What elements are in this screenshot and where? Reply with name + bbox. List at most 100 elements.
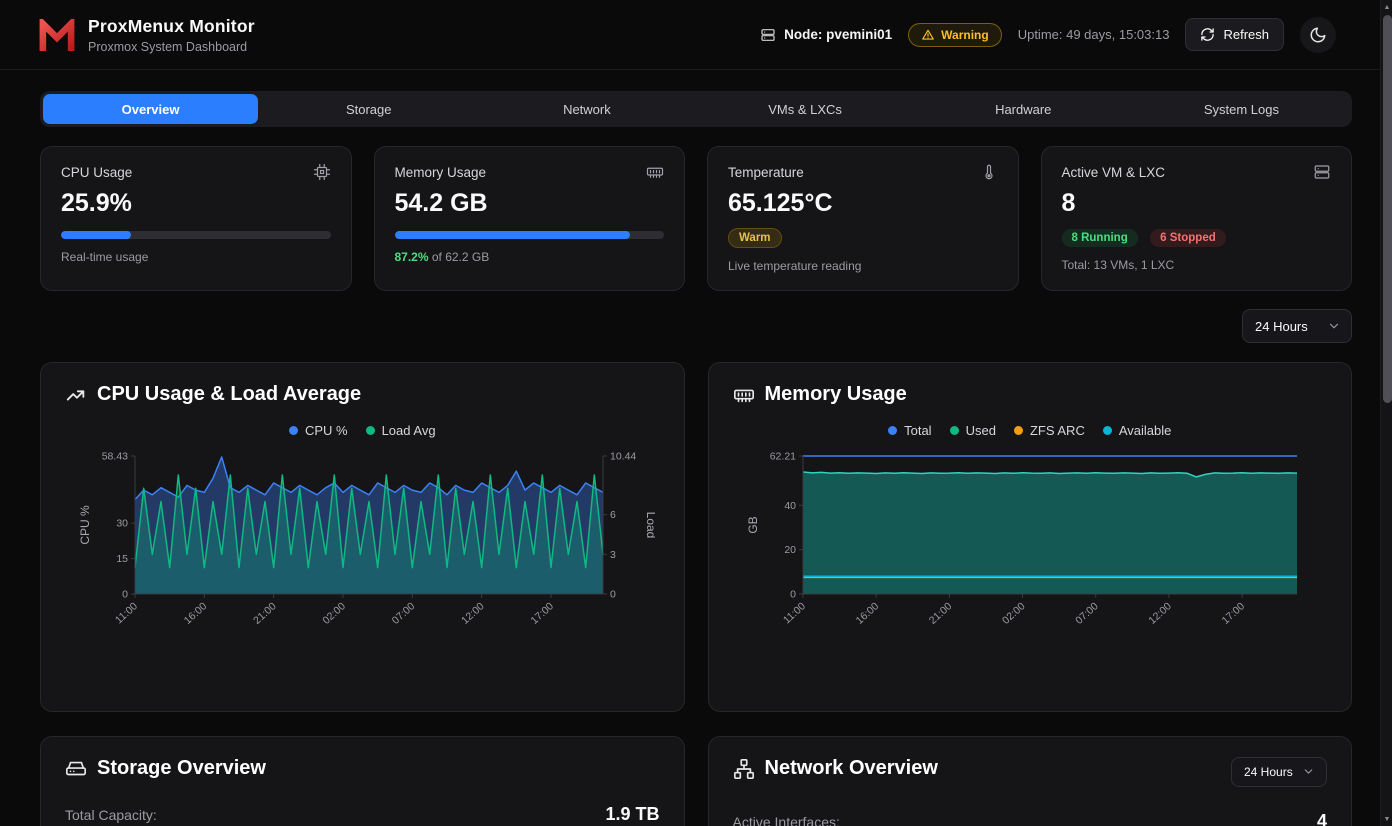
scroll-down-arrow[interactable]: ▼ [1381, 812, 1392, 826]
svg-text:58.43: 58.43 [102, 451, 128, 463]
storage-title-text: Storage Overview [97, 757, 266, 780]
svg-text:6: 6 [610, 509, 616, 521]
active-interfaces-label: Active Interfaces: [733, 814, 840, 826]
stopped-badge: 6 Stopped [1150, 229, 1226, 247]
svg-text:0: 0 [122, 589, 128, 601]
memory-chart-title: Memory Usage [733, 383, 1328, 406]
svg-text:15: 15 [116, 553, 128, 565]
refresh-label: Refresh [1223, 27, 1269, 42]
node-indicator: Node: pvemini01 [760, 27, 892, 43]
tab-storage[interactable]: Storage [261, 94, 476, 124]
refresh-icon [1200, 27, 1215, 42]
cpu-progress-fill [61, 231, 131, 239]
network-overview-card: Network Overview 24 Hours Active Interfa… [708, 736, 1353, 826]
memory-chart: 0204062.2111:0016:0021:0002:0007:0012:00… [733, 444, 1328, 644]
svg-text:07:00: 07:00 [390, 600, 418, 627]
svg-text:12:00: 12:00 [1146, 600, 1174, 627]
scrollbar[interactable]: ▲ ▼ [1380, 0, 1392, 826]
server-icon [1313, 163, 1331, 181]
legend-item: Load Avg [366, 423, 436, 438]
app-subtitle: Proxmox System Dashboard [88, 40, 255, 54]
stat-caption: Total: 13 VMs, 1 LXC [1062, 258, 1332, 272]
svg-text:40: 40 [784, 500, 796, 512]
nav-tabs: Overview Storage Network VMs & LXCs Hard… [40, 91, 1352, 127]
tab-hardware[interactable]: Hardware [916, 94, 1131, 124]
svg-text:30: 30 [116, 518, 128, 530]
server-icon [760, 27, 776, 43]
svg-text:0: 0 [610, 589, 616, 601]
svg-text:CPU %: CPU % [78, 505, 92, 545]
legend-item: ZFS ARC [1014, 423, 1085, 438]
memory-chart-card: Memory Usage TotalUsedZFS ARCAvailable 0… [708, 362, 1353, 712]
svg-text:11:00: 11:00 [113, 600, 140, 626]
header: ProxMenux Monitor Proxmox System Dashboa… [0, 0, 1392, 70]
scroll-up-arrow[interactable]: ▲ [1381, 0, 1392, 14]
proxmenux-logo [38, 19, 76, 51]
cpu-chart-card: CPU Usage & Load Average CPU % Load Avg 0… [40, 362, 685, 712]
legend-item: Used [950, 423, 996, 438]
svg-text:0: 0 [790, 589, 796, 601]
stat-title: Temperature [728, 165, 804, 180]
svg-text:62.21: 62.21 [769, 451, 795, 463]
stat-cards-row: CPU Usage 25.9% Real-time usage Memory U… [40, 146, 1352, 291]
cpu-load-chart: 0153058.4303610.4411:0016:0021:0002:0007… [65, 444, 660, 644]
svg-text:20: 20 [784, 544, 796, 556]
memory-progress-bar [395, 231, 665, 239]
memory-caption-rest: of 62.2 GB [429, 250, 490, 264]
storage-capacity-value: 1.9 TB [605, 804, 659, 825]
time-range-select[interactable]: 24 Hours [1242, 309, 1352, 343]
warning-badge-label: Warning [941, 28, 989, 42]
tab-vms-lxcs[interactable]: VMs & LXCs [698, 94, 913, 124]
network-title-text: Network Overview [765, 757, 938, 780]
active-vm-lxc-card: Active VM & LXC 8 8 Running 6 Stopped To… [1041, 146, 1353, 291]
svg-text:02:00: 02:00 [999, 600, 1027, 627]
time-range-value: 24 Hours [1255, 319, 1308, 334]
charts-row: CPU Usage & Load Average CPU % Load Avg 0… [40, 362, 1352, 712]
legend-item: CPU % [289, 423, 348, 438]
tab-network[interactable]: Network [479, 94, 694, 124]
memory-usage-card: Memory Usage 54.2 GB 87.2% of 62.2 GB [374, 146, 686, 291]
cpu-chart-legend: CPU % Load Avg [65, 423, 660, 438]
thermometer-icon [980, 163, 998, 181]
cpu-usage-value: 25.9% [61, 189, 331, 218]
warning-icon [921, 28, 935, 42]
memory-chart-title-text: Memory Usage [765, 383, 907, 406]
svg-text:Load: Load [644, 512, 655, 539]
warning-badge: Warning [908, 23, 1002, 47]
memory-usage-value: 54.2 GB [395, 189, 665, 218]
svg-text:17:00: 17:00 [1219, 600, 1247, 627]
moon-icon [1309, 26, 1327, 44]
scrollbar-thumb[interactable] [1383, 15, 1392, 403]
stat-caption: Live temperature reading [728, 259, 998, 273]
memory-progress-fill [395, 231, 630, 239]
header-actions: Node: pvemini01 Warning Uptime: 49 days,… [760, 17, 1336, 53]
svg-text:21:00: 21:00 [251, 600, 279, 627]
cpu-chart-title-text: CPU Usage & Load Average [97, 383, 361, 406]
svg-text:07:00: 07:00 [1073, 600, 1101, 627]
theme-toggle-button[interactable] [1300, 17, 1336, 53]
temperature-value: 65.125°C [728, 189, 998, 218]
storage-capacity-label: Total Capacity: [65, 807, 157, 823]
node-label: Node: pvemini01 [784, 27, 892, 42]
memory-icon [646, 163, 664, 181]
svg-text:17:00: 17:00 [528, 600, 556, 627]
refresh-button[interactable]: Refresh [1185, 18, 1284, 51]
uptime-text: Uptime: 49 days, 15:03:13 [1018, 27, 1170, 42]
tab-system-logs[interactable]: System Logs [1134, 94, 1349, 124]
cpu-usage-card: CPU Usage 25.9% Real-time usage [40, 146, 352, 291]
cpu-icon [313, 163, 331, 181]
network-overview-title: Network Overview [733, 757, 938, 780]
stat-caption: 87.2% of 62.2 GB [395, 250, 665, 264]
legend-item: Available [1103, 423, 1172, 438]
temperature-card: Temperature 65.125°C Warm Live temperatu… [707, 146, 1019, 291]
stat-title: CPU Usage [61, 165, 132, 180]
storage-overview-card: Storage Overview Total Capacity: 1.9 TB [40, 736, 685, 826]
bottom-row: Storage Overview Total Capacity: 1.9 TB … [40, 736, 1352, 826]
network-time-range-value: 24 Hours [1244, 765, 1293, 779]
trending-up-icon [65, 384, 87, 406]
active-interfaces-value: 4 [1317, 811, 1327, 826]
svg-text:3: 3 [610, 549, 616, 561]
network-time-range-select[interactable]: 24 Hours [1231, 757, 1327, 787]
memory-icon [733, 384, 755, 406]
tab-overview[interactable]: Overview [43, 94, 258, 124]
